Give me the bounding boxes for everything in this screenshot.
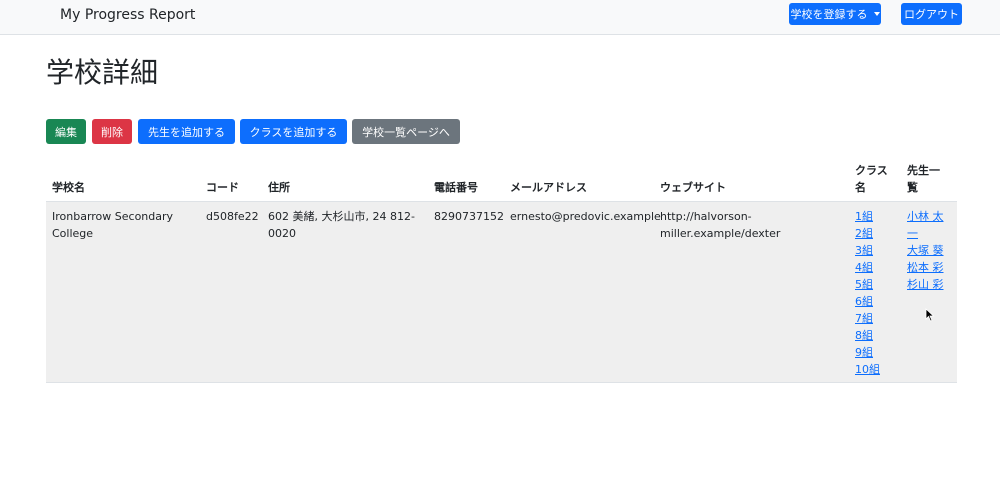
header-class-name: クラス 名: [855, 162, 888, 196]
header-class-name-line1: クラス: [855, 164, 888, 177]
cell-teachers: 小林 太 一 大塚 葵 松本 彩 杉山 彩: [907, 208, 944, 293]
header-website: ウェブサイト: [660, 181, 726, 194]
address-line2: 0020: [268, 227, 296, 240]
cell-classes: 1組 2組 3組 4組 5組 6組 7組 8組 9組 10組: [855, 208, 880, 378]
school-list-button[interactable]: 学校一覧ページへ: [352, 119, 460, 144]
class-link[interactable]: 8組: [855, 327, 880, 344]
school-name-line2: College: [52, 227, 94, 240]
class-link[interactable]: 2組: [855, 225, 880, 242]
class-link[interactable]: 7組: [855, 310, 880, 327]
class-link[interactable]: 1組: [855, 208, 880, 225]
school-name-line1: Ironbarrow Secondary: [52, 210, 174, 223]
class-link[interactable]: 10組: [855, 361, 880, 378]
teacher-link[interactable]: 小林 太: [907, 208, 944, 225]
header-code: コード: [206, 181, 239, 194]
navbar: My Progress Report 学校を登録する ログアウト: [0, 0, 1000, 35]
add-class-button[interactable]: クラスを追加する: [240, 119, 347, 144]
school-table: 学校名 コード 住所 電話番号 メールアドレス ウェブサイト クラス 名 先生一…: [46, 155, 957, 383]
register-school-dropdown[interactable]: 学校を登録する: [789, 3, 881, 25]
caret-down-icon: [873, 12, 880, 16]
delete-button[interactable]: 削除: [92, 119, 132, 144]
address-line1: 602 美緒, 大杉山市, 24 812-: [268, 210, 415, 223]
website-line2: miller.example/dexter: [660, 227, 781, 240]
cell-school-name: Ironbarrow Secondary College: [52, 208, 173, 242]
register-school-label: 学校を登録する: [790, 8, 868, 21]
class-link[interactable]: 9組: [855, 344, 880, 361]
cell-phone: 8290737152: [434, 210, 504, 223]
cell-email: ernesto@predovic.example: [510, 210, 661, 223]
add-teacher-button[interactable]: 先生を追加する: [138, 119, 235, 144]
edit-button[interactable]: 編集: [46, 119, 86, 144]
class-link[interactable]: 6組: [855, 293, 880, 310]
teacher-link[interactable]: 松本 彩: [907, 259, 944, 276]
header-class-name-line2: 名: [855, 181, 866, 194]
header-address: 住所: [268, 181, 290, 194]
header-email: メールアドレス: [510, 181, 587, 194]
header-teachers: 先生一 覧: [907, 162, 940, 196]
class-link[interactable]: 3組: [855, 242, 880, 259]
teacher-link[interactable]: 杉山 彩: [907, 276, 944, 293]
table-header: 学校名 コード 住所 電話番号 メールアドレス ウェブサイト クラス 名 先生一…: [46, 155, 957, 202]
header-teachers-line1: 先生一: [907, 164, 940, 177]
website-line1: http://halvorson-: [660, 210, 752, 223]
page-title: 学校詳細: [46, 56, 159, 89]
teacher-link[interactable]: 一: [907, 225, 944, 242]
table-row: Ironbarrow Secondary College d508fe22 60…: [46, 202, 957, 383]
mouse-pointer-icon: [925, 308, 935, 322]
class-link[interactable]: 5組: [855, 276, 880, 293]
teacher-link[interactable]: 大塚 葵: [907, 242, 944, 259]
cell-code: d508fe22: [206, 210, 259, 223]
brand-link[interactable]: My Progress Report: [60, 6, 195, 24]
cell-address: 602 美緒, 大杉山市, 24 812- 0020: [268, 208, 415, 242]
header-teachers-line2: 覧: [907, 181, 918, 194]
class-link[interactable]: 4組: [855, 259, 880, 276]
cell-website: http://halvorson- miller.example/dexter: [660, 208, 780, 242]
logout-button[interactable]: ログアウト: [901, 3, 962, 25]
header-school-name: 学校名: [52, 181, 85, 194]
header-phone: 電話番号: [434, 181, 478, 194]
